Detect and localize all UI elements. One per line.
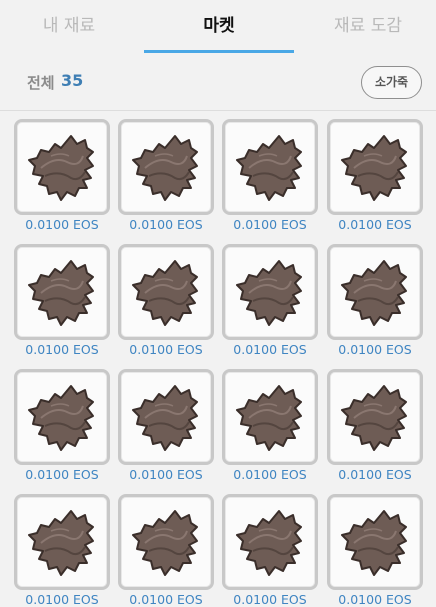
leather-hide-icon xyxy=(132,510,198,576)
market-item-card[interactable]: 0.0100 EOS xyxy=(222,494,318,607)
item-price: 0.0100 EOS xyxy=(129,467,203,482)
leather-hide-icon xyxy=(28,260,94,326)
tab-my-materials[interactable]: 내 재료 xyxy=(19,12,119,40)
market-item-card[interactable]: 0.0100 EOS xyxy=(327,494,423,607)
item-frame xyxy=(14,494,110,590)
filter-leather-button[interactable]: 소가죽 xyxy=(361,66,422,99)
leather-hide-icon xyxy=(236,385,302,451)
market-item-card[interactable]: 0.0100 EOS xyxy=(327,369,423,489)
item-price: 0.0100 EOS xyxy=(129,342,203,357)
item-frame xyxy=(14,119,110,215)
leather-hide-icon xyxy=(236,510,302,576)
tab-material-encyclopedia[interactable]: 재료 도감 xyxy=(318,12,418,40)
item-price: 0.0100 EOS xyxy=(233,342,307,357)
item-frame xyxy=(118,369,214,465)
item-price: 0.0100 EOS xyxy=(338,217,412,232)
item-price: 0.0100 EOS xyxy=(233,592,307,607)
leather-hide-icon xyxy=(236,260,302,326)
active-tab-indicator xyxy=(144,50,294,53)
item-frame xyxy=(222,369,318,465)
item-price: 0.0100 EOS xyxy=(233,217,307,232)
leather-hide-icon xyxy=(132,260,198,326)
item-price: 0.0100 EOS xyxy=(338,467,412,482)
leather-hide-icon xyxy=(341,385,407,451)
market-item-card[interactable]: 0.0100 EOS xyxy=(118,369,214,489)
item-frame xyxy=(222,119,318,215)
item-price: 0.0100 EOS xyxy=(25,592,99,607)
item-price: 0.0100 EOS xyxy=(233,467,307,482)
item-price: 0.0100 EOS xyxy=(338,592,412,607)
item-grid: 0.0100 EOS 0.0100 EOS 0.0100 EOS 0.0100 EOS… xyxy=(0,112,436,607)
item-frame xyxy=(14,369,110,465)
market-item-card[interactable]: 0.0100 EOS xyxy=(222,119,318,239)
total-label: 전체 xyxy=(27,74,55,92)
leather-hide-icon xyxy=(28,135,94,201)
market-item-card[interactable]: 0.0100 EOS xyxy=(222,369,318,489)
item-frame xyxy=(14,244,110,340)
market-item-card[interactable]: 0.0100 EOS xyxy=(14,244,110,364)
leather-hide-icon xyxy=(132,385,198,451)
item-price: 0.0100 EOS xyxy=(25,467,99,482)
item-frame xyxy=(222,244,318,340)
item-frame xyxy=(327,119,423,215)
item-frame xyxy=(118,119,214,215)
item-frame xyxy=(327,369,423,465)
market-item-card[interactable]: 0.0100 EOS xyxy=(14,369,110,489)
tab-bar: 내 재료 마켓 재료 도감 xyxy=(0,0,436,54)
item-price: 0.0100 EOS xyxy=(338,342,412,357)
market-item-card[interactable]: 0.0100 EOS xyxy=(327,244,423,364)
item-frame xyxy=(327,244,423,340)
leather-hide-icon xyxy=(28,385,94,451)
leather-hide-icon xyxy=(341,510,407,576)
leather-hide-icon xyxy=(28,510,94,576)
item-frame xyxy=(222,494,318,590)
item-price: 0.0100 EOS xyxy=(25,217,99,232)
leather-hide-icon xyxy=(236,135,302,201)
summary-bar: 전체 35 소가죽 xyxy=(0,54,436,111)
item-frame xyxy=(118,244,214,340)
item-price: 0.0100 EOS xyxy=(25,342,99,357)
leather-hide-icon xyxy=(341,135,407,201)
tab-market[interactable]: 마켓 xyxy=(156,12,282,40)
market-item-card[interactable]: 0.0100 EOS xyxy=(14,119,110,239)
market-item-card[interactable]: 0.0100 EOS xyxy=(222,244,318,364)
item-frame xyxy=(118,494,214,590)
leather-hide-icon xyxy=(132,135,198,201)
market-item-card[interactable]: 0.0100 EOS xyxy=(327,119,423,239)
market-item-card[interactable]: 0.0100 EOS xyxy=(118,244,214,364)
total-count: 35 xyxy=(61,71,84,90)
market-item-card[interactable]: 0.0100 EOS xyxy=(118,494,214,607)
item-price: 0.0100 EOS xyxy=(129,592,203,607)
leather-hide-icon xyxy=(341,260,407,326)
market-item-card[interactable]: 0.0100 EOS xyxy=(118,119,214,239)
item-frame xyxy=(327,494,423,590)
item-price: 0.0100 EOS xyxy=(129,217,203,232)
market-item-card[interactable]: 0.0100 EOS xyxy=(14,494,110,607)
